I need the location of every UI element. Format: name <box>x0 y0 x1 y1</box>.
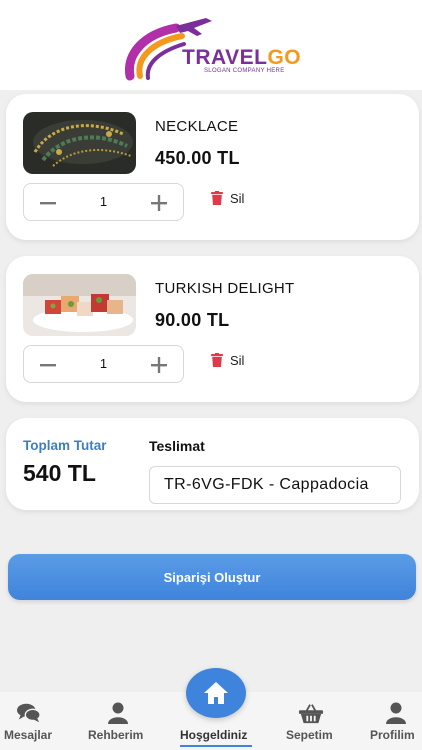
nav-item-guide[interactable]: Rehberim <box>84 692 152 750</box>
nav-label: Profilim <box>370 728 415 742</box>
increase-quantity-button[interactable] <box>145 351 173 379</box>
brand-slogan: SLOGAN COMPANY HERE <box>204 68 285 74</box>
product-name: NECKLACE <box>155 118 239 135</box>
brand-name: TRAVELGO <box>182 46 302 69</box>
product-price: 450.00 TL <box>155 148 240 168</box>
order-summary: Toplam Tutar 540 TL Teslimat TR-6VG-FDK … <box>6 418 419 510</box>
home-icon <box>204 682 228 704</box>
nav-label: Hoşgeldiniz <box>180 728 248 742</box>
user-icon <box>384 702 408 724</box>
trash-icon <box>211 191 223 205</box>
increase-quantity-button[interactable] <box>145 189 173 217</box>
plus-icon <box>151 357 167 373</box>
turkish-delight-photo <box>23 274 136 336</box>
remove-label: Sil <box>230 190 245 206</box>
person-icon <box>106 702 130 724</box>
active-tab-indicator <box>180 745 252 747</box>
nav-item-messages[interactable]: Mesajlar <box>0 692 58 750</box>
total-label: Toplam Tutar <box>23 438 107 453</box>
cart-item: NECKLACE 450.00 TL 1 Sil <box>6 94 419 240</box>
remove-item-button[interactable]: Sil <box>211 352 244 368</box>
remove-label: Sil <box>230 352 245 368</box>
nav-label: Mesajlar <box>4 728 53 742</box>
quantity-stepper: 1 <box>23 345 184 383</box>
delivery-label: Teslimat <box>149 438 205 454</box>
cart-item: TURKISH DELIGHT 90.00 TL 1 Sil <box>6 256 419 402</box>
remove-item-button[interactable]: Sil <box>211 190 244 206</box>
nav-label: Rehberim <box>88 728 144 742</box>
product-name: TURKISH DELIGHT <box>155 280 295 297</box>
trash-icon <box>211 353 223 367</box>
quantity-stepper: 1 <box>23 183 184 221</box>
nav-item-profile[interactable]: Profilim <box>366 692 422 750</box>
delivery-address-select[interactable]: TR-6VG-FDK - Cappadocia <box>149 466 401 504</box>
basket-icon <box>299 702 323 724</box>
plus-icon <box>151 195 167 211</box>
nav-item-cart[interactable]: Sepetim <box>282 692 342 750</box>
necklace-photo <box>23 112 136 174</box>
app-header: TRAVELGO SLOGAN COMPANY HERE <box>0 0 422 90</box>
chat-icon <box>17 702 41 724</box>
brand-logo: TRAVELGO SLOGAN COMPANY HERE <box>124 14 304 84</box>
nav-label: Sepetim <box>286 728 333 742</box>
home-button[interactable] <box>186 668 246 718</box>
total-value: 540 TL <box>23 460 96 486</box>
product-price: 90.00 TL <box>155 310 230 330</box>
create-order-button[interactable]: Siparişi Oluştur <box>8 554 416 600</box>
